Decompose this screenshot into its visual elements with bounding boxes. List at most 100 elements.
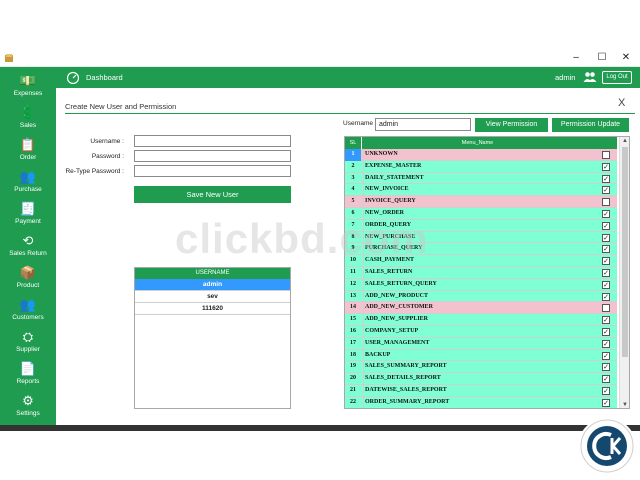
permission-checkbox[interactable]: ✓ <box>602 351 610 360</box>
permission-row[interactable]: 11 SALES_RETURN ✓ <box>345 267 617 279</box>
permission-row[interactable]: 16 COMPANY_SETUP ✓ <box>345 326 617 338</box>
row-sl: 12 <box>350 280 356 287</box>
sidebar-item-sales-return[interactable]: ⟲ Sales Return <box>0 232 56 262</box>
permission-checkbox[interactable]: ✓ <box>602 186 610 195</box>
user-row[interactable]: sev <box>135 291 290 303</box>
permission-update-button[interactable]: Permission Update <box>552 118 629 132</box>
permission-username-label: Username : <box>343 120 377 127</box>
permission-checkbox[interactable]: ✓ <box>602 363 610 372</box>
row-sl: 19 <box>350 363 356 370</box>
logout-button[interactable]: Log Out <box>602 71 632 84</box>
permission-checkbox[interactable]: ✓ <box>602 387 610 395</box>
sidebar-item-supplier[interactable]: ⛭ Supplier <box>0 328 56 358</box>
permission-row[interactable]: 22 ORDER_SUMMARY_REPORT ✓ <box>345 396 617 408</box>
minimize-button[interactable]: – <box>564 51 588 65</box>
maximize-button[interactable]: ☐ <box>590 51 614 65</box>
permission-checkbox[interactable]: ✓ <box>602 269 610 277</box>
row-sl: 11 <box>350 269 356 275</box>
sidebar-item-reports[interactable]: 📄 Reports <box>0 360 56 390</box>
row-menu-name: SALES_DETAILS_REPORT <box>363 373 593 385</box>
sidebar-item-label: Reports <box>16 378 40 385</box>
close-panel-button[interactable]: X <box>618 97 625 109</box>
sidebar-item-label: Purchase <box>14 186 42 193</box>
permission-checkbox[interactable] <box>602 304 610 313</box>
permission-checkbox[interactable] <box>602 198 610 207</box>
row-sl: 4 <box>351 186 355 193</box>
row-menu-name: ADD_NEW_SUPPLIER <box>363 314 593 326</box>
permission-checkbox[interactable]: ✓ <box>602 316 610 325</box>
row-menu-name: DATEWISE_SALES_REPORT <box>363 385 593 397</box>
sidebar-item-label: Expenses <box>13 90 43 97</box>
permission-checkbox[interactable]: ✓ <box>602 221 610 230</box>
sidebar-item-order[interactable]: 📋 Order <box>0 136 56 166</box>
permission-checkbox[interactable]: ✓ <box>602 375 610 384</box>
user-row[interactable]: admin <box>135 279 290 291</box>
permission-checkbox[interactable]: ✓ <box>602 339 610 348</box>
permission-row[interactable]: 21 DATEWISE_SALES_REPORT ✓ <box>345 385 617 397</box>
permission-row[interactable]: 2 EXPENSE_MASTER ✓ <box>345 160 617 173</box>
permission-row[interactable]: 14 ADD_NEW_CUSTOMER <box>345 302 617 315</box>
permission-row[interactable]: 17 USER_MANAGEMENT ✓ <box>345 337 617 350</box>
close-window-button[interactable]: ✕ <box>614 51 638 65</box>
sidebar-item-label: Product <box>16 282 40 289</box>
password-label: Password : <box>91 153 124 160</box>
clickbd-logo <box>578 418 636 474</box>
grid-scrollbar[interactable]: ▲ ▼ <box>619 137 629 408</box>
permission-row[interactable]: 15 ADD_NEW_SUPPLIER ✓ <box>345 314 617 326</box>
app-icon <box>5 54 13 62</box>
heading-divider <box>65 113 635 114</box>
permission-row[interactable]: 5 INVOICE_QUERY <box>345 196 617 208</box>
dashboard-link[interactable]: Dashboard <box>86 73 123 82</box>
save-new-user-button[interactable]: Save New User <box>134 186 291 203</box>
scroll-thumb[interactable] <box>622 147 628 357</box>
retype-password-field[interactable] <box>134 165 291 177</box>
scroll-up-icon[interactable]: ▲ <box>620 137 629 146</box>
row-menu-name: ADD_NEW_PRODUCT <box>363 290 593 303</box>
permission-row[interactable]: 13 ADD_NEW_PRODUCT ✓ <box>345 290 617 303</box>
scroll-down-icon[interactable]: ▼ <box>620 401 629 408</box>
sidebar-item-payment[interactable]: 🧾 Payment <box>0 200 56 230</box>
permission-checkbox[interactable]: ✓ <box>602 162 610 171</box>
permission-row[interactable]: 18 BACKUP ✓ <box>345 349 617 362</box>
col-menu-header: Menu_Name <box>361 137 593 149</box>
sidebar-item-label: Customers <box>12 314 44 321</box>
permission-checkbox[interactable]: ✓ <box>602 398 610 407</box>
sidebar-item-product[interactable]: 📦 Product <box>0 264 56 294</box>
permission-checkbox[interactable]: ✓ <box>602 257 610 266</box>
row-sl: 21 <box>350 387 356 393</box>
permission-row[interactable]: 1 UNKNOWN <box>345 149 617 161</box>
settings-icon: ⚙ <box>22 393 34 408</box>
permission-checkbox[interactable]: ✓ <box>602 210 610 218</box>
sidebar-item-label: Settings <box>16 410 40 417</box>
permission-row[interactable]: 20 SALES_DETAILS_REPORT ✓ <box>345 373 617 385</box>
permission-checkbox[interactable]: ✓ <box>602 280 610 289</box>
sidebar-item-purchase[interactable]: 👥 Purchase <box>0 168 56 198</box>
permission-row[interactable]: 19 SALES_SUMMARY_REPORT ✓ <box>345 361 617 374</box>
password-field[interactable] <box>134 150 291 162</box>
username-field[interactable] <box>134 135 291 147</box>
current-user-label: admin <box>555 73 576 82</box>
customers-icon: 👥 <box>19 297 37 312</box>
row-sl: 3 <box>351 174 355 181</box>
sidebar-item-sales[interactable]: 💲 Sales <box>0 104 56 134</box>
dashboard-icon[interactable] <box>66 70 80 84</box>
sidebar-item-expenses[interactable]: 💵 Expenses <box>0 72 56 102</box>
sales-return-icon: ⟲ <box>22 233 34 248</box>
permission-checkbox[interactable]: ✓ <box>602 328 610 336</box>
permission-username-field[interactable]: admin <box>375 118 471 131</box>
view-permission-button[interactable]: View Permission <box>475 118 548 132</box>
sidebar-item-customers[interactable]: 👥 Customers <box>0 296 56 326</box>
permission-row[interactable]: 3 DAILY_STATEMENT ✓ <box>345 172 617 185</box>
user-row[interactable]: 111620 <box>135 303 290 315</box>
permission-checkbox[interactable]: ✓ <box>602 174 610 183</box>
permission-checkbox[interactable]: ✓ <box>602 233 610 242</box>
row-menu-name: EXPENSE_MASTER <box>363 160 593 173</box>
permission-checkbox[interactable] <box>602 151 610 159</box>
permission-checkbox[interactable]: ✓ <box>602 292 610 301</box>
row-menu-name: INVOICE_QUERY <box>363 196 593 208</box>
sidebar-item-settings[interactable]: ⚙ Settings <box>0 392 56 422</box>
permission-row[interactable]: 12 SALES_RETURN_QUERY ✓ <box>345 278 617 291</box>
row-sl: 16 <box>350 328 356 334</box>
permission-checkbox[interactable]: ✓ <box>602 245 610 254</box>
permission-row[interactable]: 4 NEW_INVOICE ✓ <box>345 184 617 197</box>
